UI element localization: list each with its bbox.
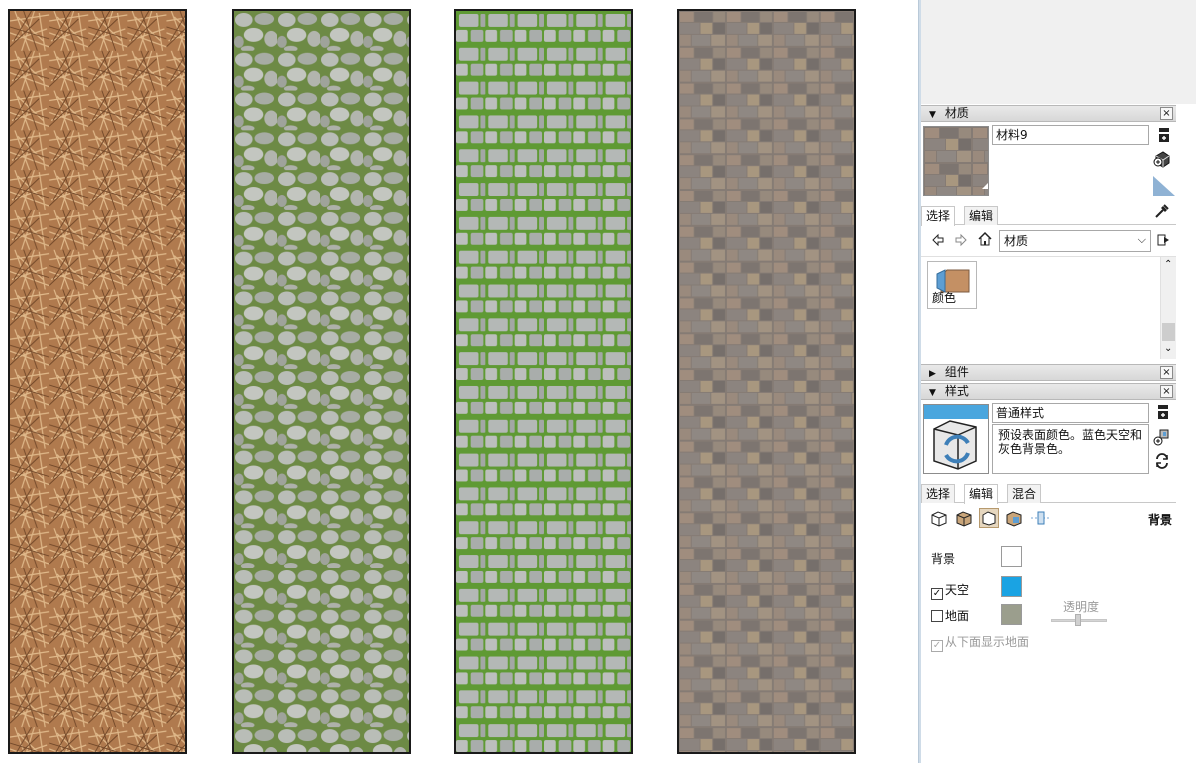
edit-section-title: 背景 [1147,513,1172,527]
texture-swatch-cobblestone-moss[interactable] [232,9,411,754]
chevron-down-icon: ⌵ [1137,233,1146,246]
ground-checkbox[interactable] [931,610,943,622]
dry-grass-texture [10,11,185,752]
ground-color-swatch[interactable] [1001,604,1022,625]
background-settings-icon[interactable] [979,508,999,528]
scroll-up-icon[interactable]: ⌃ [1164,259,1172,270]
create-material-icon[interactable] [1153,150,1171,168]
show-ground-below-checkbox[interactable]: ✓ [931,640,943,652]
texture-swatch-grass-paver[interactable] [454,9,633,754]
expand-arrow-icon[interactable]: ▶ [929,367,941,382]
ground-option[interactable]: 地面 [931,607,969,624]
texture-swatch-dry-grass[interactable] [8,9,187,754]
model-viewport[interactable] [0,0,918,763]
tab-style-edit[interactable]: 编辑 [964,484,999,504]
list-item[interactable]: 颜色 [927,261,977,309]
scroll-down-icon[interactable]: ⌄ [1164,343,1172,354]
tab-style-select[interactable]: 选择 [921,484,956,503]
show-ground-below-option[interactable]: ✓ 从下面显示地面 [931,633,1029,652]
watermark-settings-icon[interactable] [1004,508,1024,528]
background-color-swatch[interactable] [1001,546,1022,567]
sky-option[interactable]: ✓ 天空 [931,581,969,600]
material-name-input[interactable]: 材料9 [992,125,1149,145]
sample-paint-eyedropper-icon[interactable] [1153,202,1171,220]
material-preview-thumbnail[interactable] [923,126,989,196]
grass-paver-texture [456,11,631,752]
scroll-thumb[interactable] [1162,323,1175,341]
materials-tabs: 选择 编辑 [921,204,1176,226]
create-style-icon[interactable] [1153,428,1171,446]
styles-close-button[interactable]: × [1160,385,1173,398]
tab-style-mix[interactable]: 混合 [1007,484,1042,503]
home-icon[interactable] [976,230,994,248]
show-ground-below-label: 从下面显示地面 [945,635,1030,649]
components-close-button[interactable]: × [1160,366,1173,379]
cobblestone-moss-texture [234,11,409,752]
styles-panel-title: 样式 [944,384,969,398]
sky-label: 天空 [945,583,970,597]
transparency-label: 透明度 [1063,600,1100,614]
update-style-icon[interactable] [1153,452,1171,470]
back-arrow-icon[interactable] [929,231,947,249]
materials-close-button[interactable]: × [1160,107,1173,120]
texture-swatch-stone-tile[interactable] [677,9,856,754]
collapse-arrow-icon[interactable]: ▼ [929,386,941,401]
collapse-arrow-icon[interactable]: ▼ [929,108,941,123]
sky-checkbox[interactable]: ✓ [931,588,943,600]
material-preview-image [924,127,988,195]
material-library-select[interactable]: 材质 ⌵ [999,230,1151,252]
list-item-label: 颜色 [932,291,957,305]
sky-color-swatch[interactable] [1001,576,1022,597]
components-panel-title: 组件 [944,365,969,379]
style-description-input[interactable]: 预设表面颜色。蓝色天空和灰色背景色。 [992,424,1149,474]
styles-panel-header[interactable]: ▼ 样式 × [921,383,1176,400]
transparency-slider-thumb[interactable] [1075,614,1081,626]
style-edit-category-bar: 背景 [921,504,1176,532]
materials-panel-title: 材质 [944,106,969,120]
style-preview-thumbnail[interactable] [923,404,989,474]
materials-panel-header[interactable]: ▼ 材质 × [921,105,1176,122]
materials-navigation: 材质 ⌵ [921,228,1176,256]
stone-tile-texture [679,11,854,752]
components-panel-header[interactable]: ▶ 组件 × [921,364,1176,381]
tray-empty-area [921,0,1196,104]
details-arrow-icon[interactable] [1155,231,1173,249]
ground-label: 地面 [945,609,970,623]
style-name-input[interactable]: 普通样式 [992,403,1149,423]
material-library-select-value: 材质 [1004,234,1029,248]
display-secondary-pane-icon[interactable] [1154,403,1172,421]
modeling-settings-icon[interactable] [1029,508,1053,528]
style-preview-image [924,405,988,470]
default-material-icon[interactable] [1153,174,1175,196]
edge-settings-icon[interactable] [929,508,949,528]
library-scrollbar[interactable]: ⌃ ⌄ [1160,257,1176,359]
tab-material-select[interactable]: 选择 [921,206,956,226]
forward-arrow-icon[interactable] [952,231,970,249]
material-library-list[interactable]: 颜色 ⌃ ⌄ [921,256,1176,359]
default-tray: ▼ 材质 × 材料9 选择 编辑 材质 ⌵ 颜色 ⌃ ⌄ ▶ 组件 × ▼ 样式… [921,0,1196,763]
face-settings-icon[interactable] [954,508,974,528]
background-label: 背景 [931,552,956,566]
tab-material-edit[interactable]: 编辑 [964,206,999,225]
styles-tabs: 选择 编辑 混合 [921,482,1176,504]
display-secondary-pane-icon[interactable] [1155,126,1173,144]
